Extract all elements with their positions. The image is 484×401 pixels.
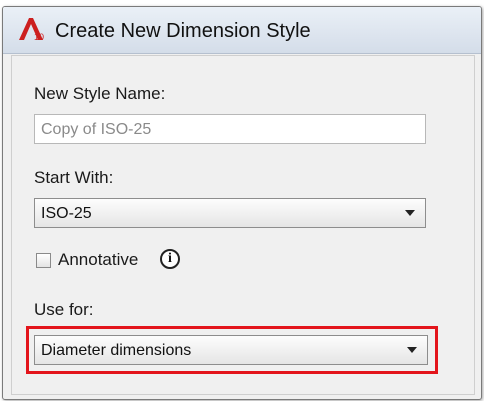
start-with-dropdown[interactable]: ISO-25: [34, 198, 426, 228]
info-icon-glyph: i: [168, 251, 172, 266]
start-with-label: Start With:: [34, 168, 114, 187]
use-for-dropdown[interactable]: Diameter dimensions: [34, 335, 428, 365]
create-dimension-style-dialog: 10 Create New Dimension Style New Style …: [2, 6, 482, 400]
title-bar: 10 Create New Dimension Style: [3, 7, 481, 54]
use-for-label: Use for:: [34, 300, 94, 319]
info-icon[interactable]: i: [160, 249, 180, 269]
annotative-label: Annotative: [58, 250, 139, 269]
app-icon-subtext: 10: [34, 32, 44, 42]
dialog-body: New Style Name: Copy of ISO-25 Start Wit…: [11, 55, 475, 395]
chevron-down-icon: [405, 210, 415, 216]
annotative-checkbox[interactable]: [36, 253, 51, 268]
autocad-icon: 10: [19, 18, 44, 42]
new-style-name-input[interactable]: Copy of ISO-25: [34, 114, 426, 144]
start-with-selected: ISO-25: [41, 205, 92, 222]
chevron-down-icon: [407, 347, 417, 353]
new-style-name-label: New Style Name:: [34, 84, 166, 103]
use-for-selected: Diameter dimensions: [41, 342, 192, 359]
window-title: Create New Dimension Style: [55, 20, 311, 42]
